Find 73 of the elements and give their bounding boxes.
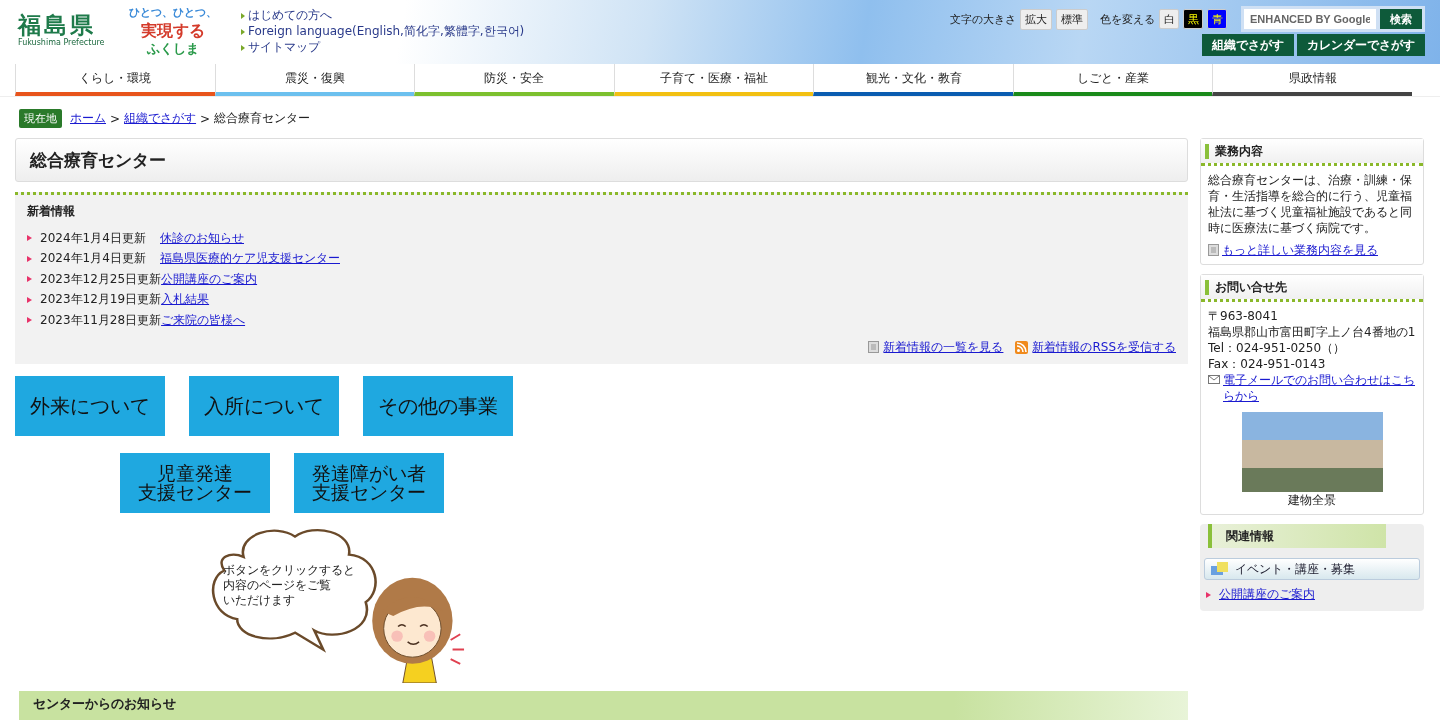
bullet-icon (27, 296, 32, 303)
business-description: 総合療育センターは、治療・訓練・保育・生活指導を総合的に行う、児童福祉法に基づく児童福祉施設であると同時に医療法に基づく病院です。 (1208, 172, 1413, 236)
business-link[interactable]: もっと詳しい業務内容を見る (1222, 242, 1378, 258)
nav-tile[interactable]: 児童発達 支援センター (120, 452, 270, 513)
news-link[interactable]: ご来院の皆様へ (161, 311, 246, 329)
news-footer-link[interactable]: 新着情報のRSSを受信する (1032, 338, 1176, 356)
nav-tab[interactable]: 県政情報 (1212, 64, 1413, 96)
news-date: 2023年11月28日更新 (40, 311, 162, 329)
header-link[interactable]: Foreign language(English,简化字,繁體字,한국어) (241, 24, 525, 39)
nav-tile[interactable]: その他の事業 (363, 375, 513, 436)
mail-icon (1208, 375, 1220, 384)
nav-tab[interactable]: 震災・復興 (214, 64, 415, 96)
logo-subtitle: Fukushima Prefecture (18, 38, 106, 47)
document-icon (868, 341, 880, 353)
location-badge: 現在地 (19, 109, 62, 128)
color-change-label: 色を変える (1100, 11, 1155, 27)
breadcrumb-current: 総合療育センター (214, 110, 311, 127)
page-title-bar: 総合療育センター (15, 138, 1188, 182)
news-link[interactable]: 公開講座のご案内 (161, 270, 258, 288)
header-link[interactable]: サイトマップ (241, 40, 525, 55)
rss-icon (1015, 340, 1029, 354)
nav-tab[interactable]: 観光・文化・教育 (813, 64, 1013, 96)
breadcrumb-link[interactable]: ホーム (70, 110, 106, 127)
notes-icon (1211, 562, 1229, 576)
photo-caption: 建物全景 (1287, 492, 1337, 508)
nav-tab[interactable]: 子育て・医療・福祉 (613, 64, 814, 96)
nav-tile[interactable]: 入所について (189, 375, 339, 436)
speech-text: ボタンをクリックすると 内容のページをご覧 いただけます (223, 562, 355, 608)
bullet-icon (27, 317, 32, 324)
text-size-button[interactable]: 拡大 (1020, 8, 1052, 30)
box-heading: お問い合せ先 (1201, 275, 1423, 302)
header-link[interactable]: はじめての方へ (241, 8, 525, 23)
document-icon (1208, 244, 1219, 256)
contact-line: Tel：024-951-0250（） (1208, 340, 1346, 356)
related-link[interactable]: 公開講座のご案内 (1219, 586, 1315, 603)
news-link[interactable]: 入札結果 (161, 291, 210, 309)
logo-title[interactable]: 福島県 (18, 12, 113, 38)
search-by-button[interactable]: カレンダーでさがす (1297, 34, 1425, 56)
nav-tile[interactable]: 外来について (15, 375, 165, 436)
breadcrumb-separator: > (200, 111, 211, 126)
text-size-button[interactable]: 標準 (1056, 8, 1088, 30)
news-date: 2023年12月25日更新 (40, 270, 162, 288)
contact-line: 福島県郡山市富田町字上ノ台4番地の1 (1208, 324, 1416, 340)
email-link[interactable]: 電子メールでのお問い合わせはこちらから (1223, 372, 1416, 404)
news-link[interactable]: 福島県医療的ケア児支援センター (160, 250, 340, 268)
contact-line: 〒963-8041 (1208, 308, 1279, 324)
nav-tile[interactable]: 発達障がい者 支援センター (294, 452, 444, 513)
box-heading: 業務内容 (1201, 139, 1423, 166)
related-heading: 関連情報 (1208, 524, 1386, 548)
color-theme-button[interactable]: 黒 (1183, 9, 1203, 29)
color-theme-button[interactable]: 白 (1159, 9, 1179, 29)
news-link[interactable]: 休診のお知らせ (160, 229, 244, 247)
news-heading: 新着情報 (27, 203, 76, 220)
text-size-label: 文字の大きさ (950, 11, 1016, 27)
bullet-icon (27, 255, 32, 262)
bullet-icon (27, 276, 32, 283)
nav-tab[interactable]: しごと・産業 (1012, 64, 1213, 96)
news-date: 2024年1月4日更新 (40, 250, 147, 268)
news-footer-link[interactable]: 新着情報の一覧を見る (883, 338, 1004, 356)
bullet-icon (1206, 591, 1211, 598)
nav-tab[interactable]: 防災・安全 (414, 64, 614, 96)
breadcrumb-separator: > (110, 111, 121, 126)
color-theme-button[interactable]: 青 (1207, 9, 1227, 29)
news-date: 2023年12月19日更新 (40, 291, 162, 309)
nav-tab[interactable]: くらし・環境 (15, 64, 215, 96)
contact-line: Fax：024-951-0143 (1208, 356, 1327, 372)
search-by-button[interactable]: 組織でさがす (1202, 34, 1294, 56)
bullet-icon (27, 235, 32, 242)
search-button[interactable]: 検索 (1380, 9, 1422, 29)
slogan-logo: ひとつ、ひとつ、 実現する ふくしま (129, 5, 217, 58)
breadcrumb-link[interactable]: 組織でさがす (124, 110, 197, 127)
category-label: イベント・講座・募集 (1235, 560, 1355, 578)
news-date: 2024年1月4日更新 (40, 229, 147, 247)
